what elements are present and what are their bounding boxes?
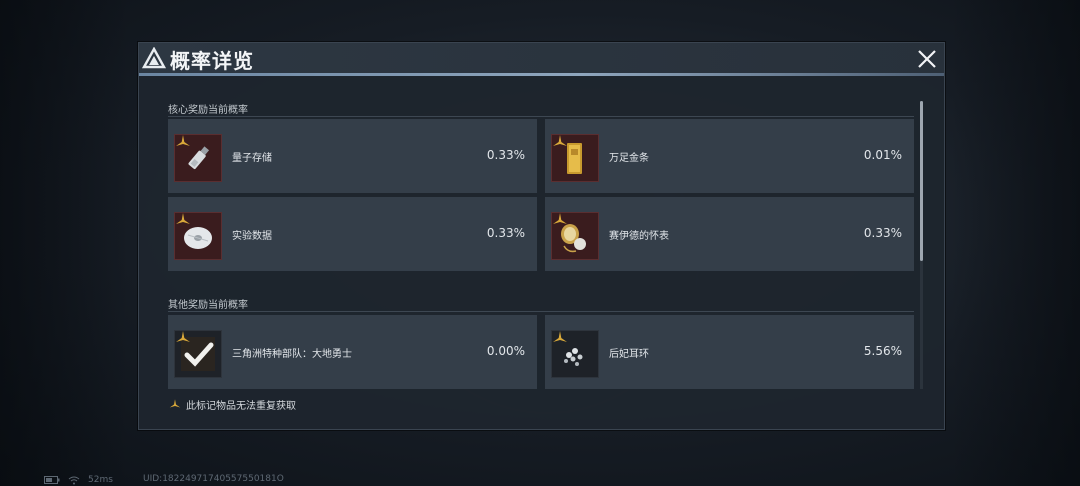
item-name: 量子存储 xyxy=(232,153,272,164)
ping-text: 52ms xyxy=(88,475,113,485)
item-probability: 0.01% xyxy=(863,148,902,162)
reward-card-experiment-data[interactable]: 实验数据 0.33% xyxy=(168,197,537,271)
item-probability: 0.00% xyxy=(486,344,525,358)
unique-badge-icon xyxy=(553,135,567,146)
section-label-core: 核心奖励当前概率 xyxy=(168,105,248,116)
uid-text: UID:18224971740557550181O xyxy=(143,474,284,484)
unique-badge-icon xyxy=(553,213,567,224)
battery-icon xyxy=(44,476,60,484)
footer-note: 此标记物品无法重复获取 xyxy=(169,397,296,412)
delta-logo-icon xyxy=(142,47,166,69)
reward-card-gold-bar[interactable]: 万足金条 0.01% xyxy=(545,119,914,193)
close-x-icon xyxy=(918,50,936,68)
section-label-other: 其他奖励当前概率 xyxy=(168,300,248,311)
item-thumbnail xyxy=(174,134,222,182)
reward-card-delta-force-skin[interactable]: 三角洲特种部队：大地勇士 0.00% xyxy=(168,315,537,389)
item-probability: 0.33% xyxy=(486,226,525,240)
unique-badge-icon xyxy=(169,399,181,408)
item-probability: 0.33% xyxy=(863,226,902,240)
footer-note-text: 此标记物品无法重复获取 xyxy=(186,401,296,412)
dialog-header: 概率详览 xyxy=(139,43,944,75)
item-thumbnail xyxy=(174,330,222,378)
item-name: 万足金条 xyxy=(609,153,649,164)
section-divider xyxy=(168,116,914,117)
item-name: 后妃耳环 xyxy=(609,349,649,360)
reward-card-quantum-storage[interactable]: 量子存储 0.33% xyxy=(168,119,537,193)
close-button[interactable] xyxy=(914,46,940,72)
section-divider xyxy=(168,311,914,312)
item-name: 赛伊德的怀表 xyxy=(609,231,669,242)
item-probability: 5.56% xyxy=(863,344,902,358)
wifi-icon xyxy=(68,476,80,485)
reward-card-pocket-watch[interactable]: 赛伊德的怀表 0.33% xyxy=(545,197,914,271)
reward-card-earring[interactable]: 后妃耳环 5.56% xyxy=(545,315,914,389)
item-thumbnail xyxy=(551,330,599,378)
unique-badge-icon xyxy=(553,331,567,342)
item-probability: 0.33% xyxy=(486,148,525,162)
status-bar: 52ms xyxy=(44,474,121,486)
unique-badge-icon xyxy=(176,213,190,224)
unique-badge-icon xyxy=(176,331,190,342)
header-accent-line xyxy=(139,73,944,76)
item-thumbnail xyxy=(551,134,599,182)
item-thumbnail xyxy=(174,212,222,260)
item-name: 三角洲特种部队：大地勇士 xyxy=(232,349,352,360)
scrollbar-thumb[interactable] xyxy=(920,101,923,261)
probability-dialog: 概率详览 核心奖励当前概率 量子存储 0.33% 万足金条 0.01% 实验数据… xyxy=(138,42,945,430)
item-name: 实验数据 xyxy=(232,231,272,242)
dialog-title: 概率详览 xyxy=(170,49,254,73)
unique-badge-icon xyxy=(176,135,190,146)
item-thumbnail xyxy=(551,212,599,260)
